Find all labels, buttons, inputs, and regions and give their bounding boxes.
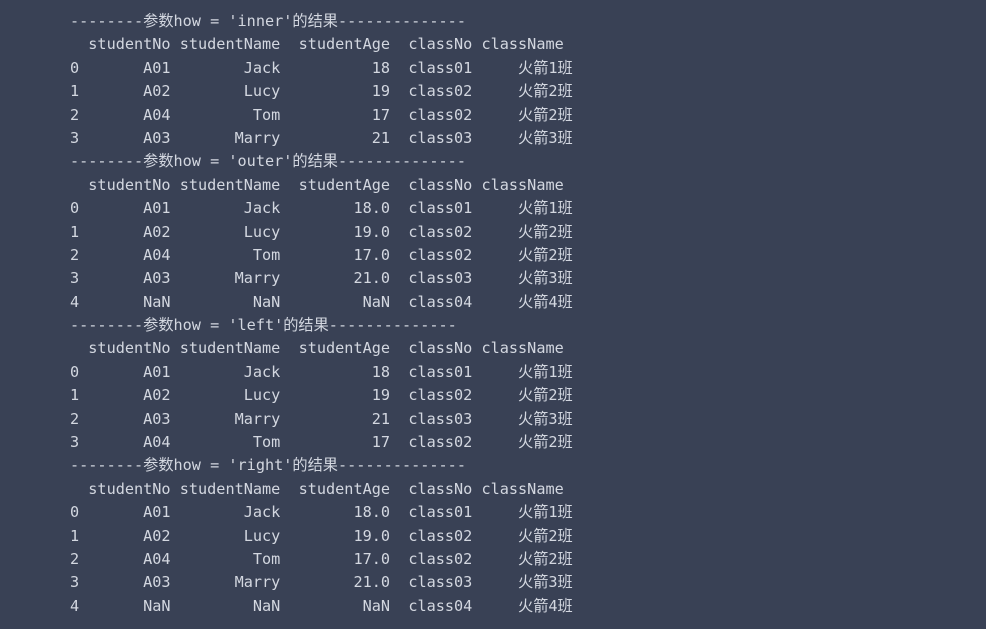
block-separator-title: --------参数how = 'left'的结果-------------- [70,316,457,335]
table-row: 3 A04 Tom 17 class02 火箭2班 [70,433,573,452]
table-row: 2 A04 Tom 17 class02 火箭2班 [70,105,573,124]
table-header-row: studentNo studentName studentAge classNo… [70,339,564,358]
table-row: 2 A03 Marry 21 class03 火箭3班 [70,409,573,428]
table-header-row: studentNo studentName studentAge classNo… [70,479,564,498]
block-separator-title: --------参数how = 'inner'的结果-------------- [70,12,466,30]
table-row: 0 A01 Jack 18 class01 火箭1班 [70,58,573,77]
table-row: 1 A02 Lucy 19.0 class02 火箭2班 [70,526,573,545]
table-row: 3 A03 Marry 21 class03 火箭3班 [70,128,573,147]
block-separator-title: --------参数how = 'right'的结果-------------- [70,456,466,475]
table-row: 3 A03 Marry 21.0 class03 火箭3班 [70,269,573,288]
table-row: 0 A01 Jack 18.0 class01 火箭1班 [70,503,573,522]
table-row: 4 NaN NaN NaN class04 火箭4班 [70,596,573,615]
console-output: --------参数how = 'inner'的结果--------------… [0,0,986,629]
table-row: 0 A01 Jack 18 class01 火箭1班 [70,362,573,381]
table-row: 1 A02 Lucy 19 class02 火箭2班 [70,82,573,101]
table-row: 0 A01 Jack 18.0 class01 火箭1班 [70,199,573,218]
table-row: 3 A03 Marry 21.0 class03 火箭3班 [70,573,573,592]
table-row: 2 A04 Tom 17.0 class02 火箭2班 [70,245,573,264]
table-row: 4 NaN NaN NaN class04 火箭4班 [70,292,573,311]
table-row: 1 A02 Lucy 19 class02 火箭2班 [70,386,573,405]
table-header-row: studentNo studentName studentAge classNo… [70,175,564,194]
table-row: 1 A02 Lucy 19.0 class02 火箭2班 [70,222,573,241]
block-separator-title: --------参数how = 'outer'的结果-------------- [70,152,466,171]
table-row: 2 A04 Tom 17.0 class02 火箭2班 [70,549,573,568]
table-header-row: studentNo studentName studentAge classNo… [70,35,564,54]
